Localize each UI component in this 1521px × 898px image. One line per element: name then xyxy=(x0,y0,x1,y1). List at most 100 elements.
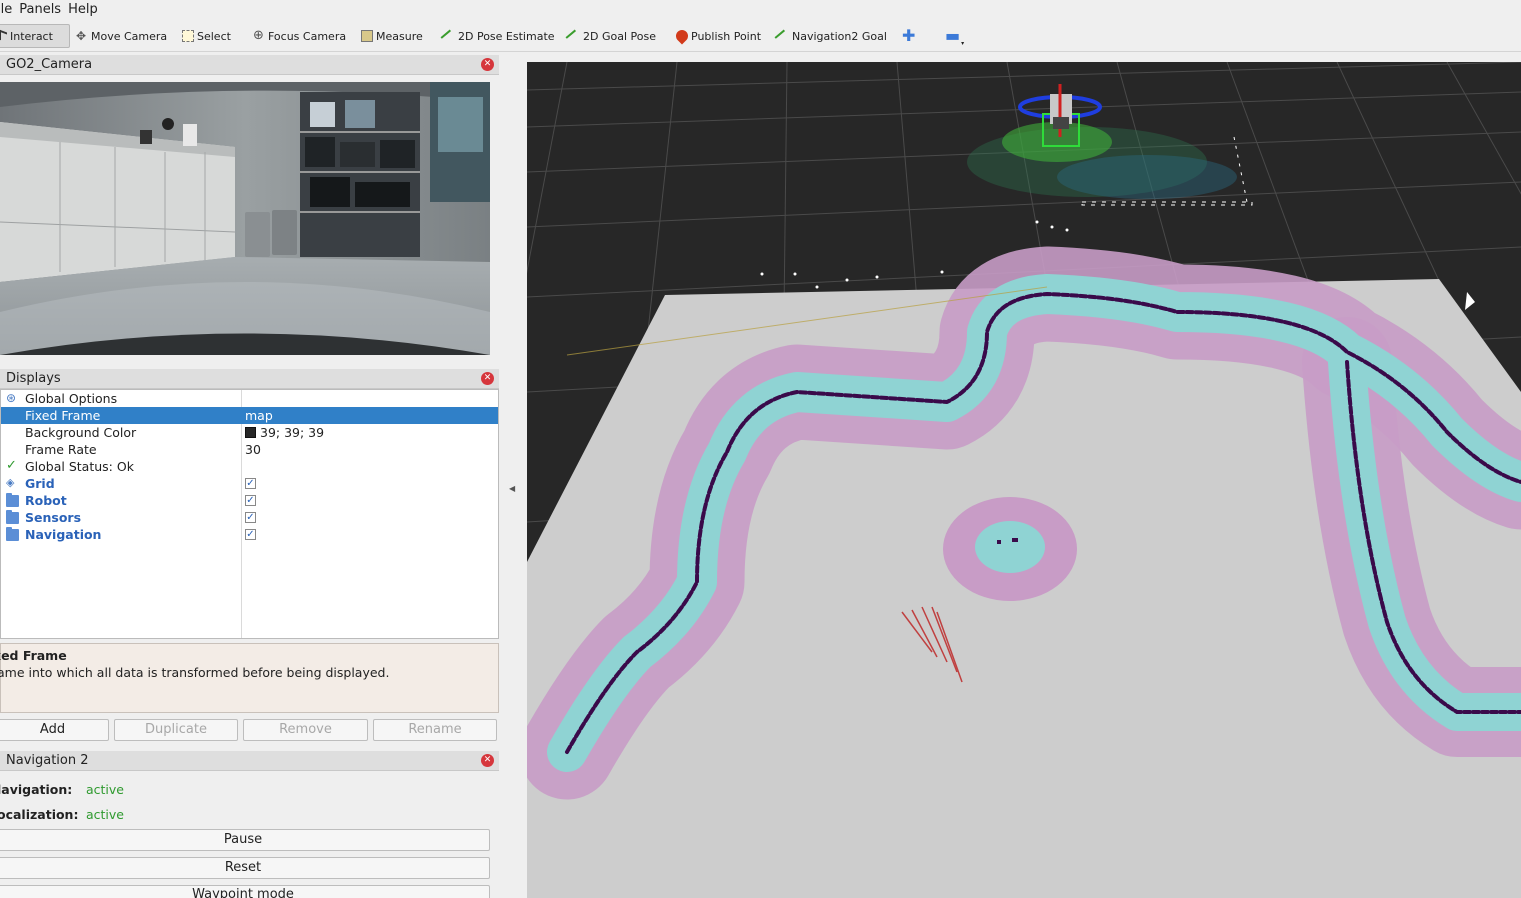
close-icon[interactable]: ✕ xyxy=(481,372,494,385)
tool-navigation2-goal-label: Navigation2 Goal xyxy=(792,29,887,43)
close-icon[interactable]: ✕ xyxy=(481,58,494,71)
row-label: Sensors xyxy=(25,510,82,525)
tool-move-camera[interactable]: ✥ Move Camera xyxy=(76,24,167,48)
nav2-panel-header: Navigation 2 ✕ xyxy=(0,751,499,771)
remove-display-button[interactable]: Remove xyxy=(243,719,368,741)
check-icon: ✓ xyxy=(6,458,17,473)
grid-icon: ◈ xyxy=(6,476,15,489)
displays-panel-title: Displays xyxy=(6,371,61,386)
row-value[interactable]: 30 xyxy=(245,442,261,457)
add-display-button[interactable]: Add xyxy=(0,719,109,741)
tool-2d-pose-estimate[interactable]: 2D Pose Estimate xyxy=(440,24,555,48)
menu-panels-label: Panels xyxy=(19,1,62,17)
nav2-panel-title: Navigation 2 xyxy=(6,753,89,768)
ruler-icon xyxy=(361,30,373,42)
camera-image xyxy=(0,82,490,355)
row-value[interactable]: 39; 39; 39 xyxy=(245,425,324,440)
tool-bar: Interact ✥ Move Camera Select ⊕ Focus Ca… xyxy=(0,20,1521,52)
menu-bar: ile Panels Help xyxy=(0,0,1521,18)
menu-file[interactable]: ile xyxy=(0,2,19,17)
pause-button[interactable]: Pause xyxy=(0,829,490,851)
move-camera-icon: ✥ xyxy=(76,29,87,43)
add-tool-button[interactable]: ✚ xyxy=(902,24,915,48)
property-description: xed Frame ame into which all data is tra… xyxy=(0,643,499,713)
tool-focus-camera-label: Focus Camera xyxy=(268,29,347,43)
row-value[interactable]: map xyxy=(245,408,273,423)
costmap-island-core xyxy=(975,521,1045,573)
folder-icon xyxy=(6,493,19,507)
waypoint-mode-button[interactable]: Waypoint mode xyxy=(0,885,490,898)
folder-icon xyxy=(6,527,19,541)
crosshair-icon: ⊕ xyxy=(253,28,264,43)
render-3d-view[interactable] xyxy=(527,62,1521,898)
enable-checkbox[interactable]: ✓ xyxy=(245,495,256,506)
navigation-status-label: lavigation: xyxy=(0,782,73,797)
cursor-icon xyxy=(0,29,7,43)
tool-2d-goal-pose[interactable]: 2D Goal Pose xyxy=(565,24,656,48)
plus-icon: ✚ xyxy=(902,26,916,45)
close-icon[interactable]: ✕ xyxy=(481,754,494,767)
row-label: Frame Rate xyxy=(25,442,97,457)
reset-button[interactable]: Reset xyxy=(0,857,490,879)
duplicate-display-button[interactable]: Duplicate xyxy=(114,719,238,741)
tree-row-global-status[interactable]: ✓ Global Status: Ok xyxy=(1,458,498,475)
remove-tool-button[interactable]: ▬ ▾ xyxy=(945,24,964,48)
camera-feed xyxy=(0,82,490,355)
tree-row-robot[interactable]: Robot ✓ xyxy=(1,492,498,509)
enable-checkbox[interactable]: ✓ xyxy=(245,529,256,540)
tree-row-background-color[interactable]: Background Color 39; 39; 39 xyxy=(1,424,498,441)
tree-row-frame-rate[interactable]: Frame Rate 30 xyxy=(1,441,498,458)
tool-measure[interactable]: Measure xyxy=(361,24,423,48)
scene-canvas[interactable] xyxy=(527,62,1521,898)
folder-icon xyxy=(6,510,19,524)
color-value: 39; 39; 39 xyxy=(260,425,325,440)
menu-help[interactable]: Help xyxy=(68,2,105,17)
enable-checkbox[interactable]: ✓ xyxy=(245,478,256,489)
tool-focus-camera[interactable]: ⊕ Focus Camera xyxy=(253,24,346,48)
row-label: Global Options xyxy=(25,391,118,406)
description-text: ame into which all data is transformed b… xyxy=(0,665,390,680)
description-title: xed Frame xyxy=(0,648,67,663)
displays-tree: ⊛ Global Options Fixed Frame map Backgro… xyxy=(0,389,499,639)
rviz-window: ile Panels Help Interact ✥ Move Camera S… xyxy=(0,0,1521,898)
tree-row-grid[interactable]: ◈ Grid ✓ xyxy=(1,475,498,492)
tool-publish-point[interactable]: Publish Point xyxy=(673,24,761,48)
displays-panel-header: Displays ✕ xyxy=(0,369,499,389)
green-arrow-icon xyxy=(565,29,583,47)
goal-marker xyxy=(1465,292,1475,310)
row-label: Robot xyxy=(25,493,67,508)
tree-row-navigation[interactable]: Navigation ✓ xyxy=(1,526,498,543)
row-label: Global Status: Ok xyxy=(25,459,134,474)
row-label: Background Color xyxy=(25,425,137,440)
dropdown-arrow-icon: ▾ xyxy=(961,39,965,47)
green-arrow-icon xyxy=(440,29,458,47)
tool-measure-label: Measure xyxy=(376,29,423,43)
localization-status-value: active xyxy=(86,807,124,822)
tool-move-camera-label: Move Camera xyxy=(91,29,168,43)
select-box-icon xyxy=(182,30,194,42)
tool-interact[interactable]: Interact xyxy=(0,24,70,48)
collapse-arrow-icon[interactable]: ◀ xyxy=(509,484,515,493)
tool-interact-label: Interact xyxy=(10,29,53,43)
minus-icon: ▬ xyxy=(945,26,961,45)
tree-row-sensors[interactable]: Sensors ✓ xyxy=(1,509,498,526)
menu-panels[interactable]: Panels xyxy=(19,2,68,17)
globe-icon: ⊛ xyxy=(6,391,17,405)
tool-select[interactable]: Select xyxy=(182,24,231,48)
tool-2d-goal-pose-label: 2D Goal Pose xyxy=(583,29,656,43)
enable-checkbox[interactable]: ✓ xyxy=(245,512,256,523)
map-pin-icon xyxy=(673,27,691,45)
tree-row-fixed-frame[interactable]: Fixed Frame map xyxy=(1,407,498,424)
tree-row-global-options[interactable]: ⊛ Global Options xyxy=(1,390,498,407)
tool-select-label: Select xyxy=(197,29,231,43)
rename-display-button[interactable]: Rename xyxy=(373,719,497,741)
green-arrow-icon xyxy=(774,29,792,47)
tool-2d-pose-estimate-label: 2D Pose Estimate xyxy=(458,29,555,43)
camera-panel-title: GO2_Camera xyxy=(6,57,93,72)
row-label: Navigation xyxy=(25,527,102,542)
localization-status-label: ocalization: xyxy=(0,807,79,822)
row-label: Grid xyxy=(25,476,55,491)
tool-navigation2-goal[interactable]: Navigation2 Goal xyxy=(774,24,887,48)
panel-splitter[interactable]: ◀ xyxy=(500,56,526,898)
camera-panel-header: GO2_Camera ✕ xyxy=(0,55,499,75)
